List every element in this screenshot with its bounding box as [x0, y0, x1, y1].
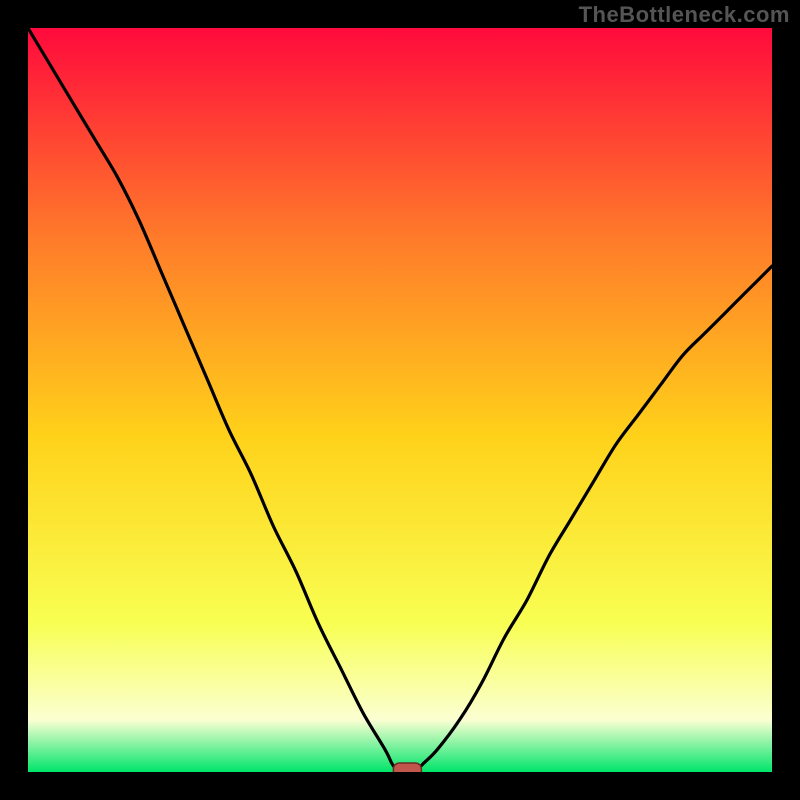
bottleneck-chart: [28, 28, 772, 772]
chart-frame: TheBottleneck.com: [0, 0, 800, 800]
current-position-marker: [393, 763, 421, 772]
plot-area: [28, 28, 772, 772]
attribution-text: TheBottleneck.com: [579, 2, 790, 28]
gradient-background: [28, 28, 772, 772]
